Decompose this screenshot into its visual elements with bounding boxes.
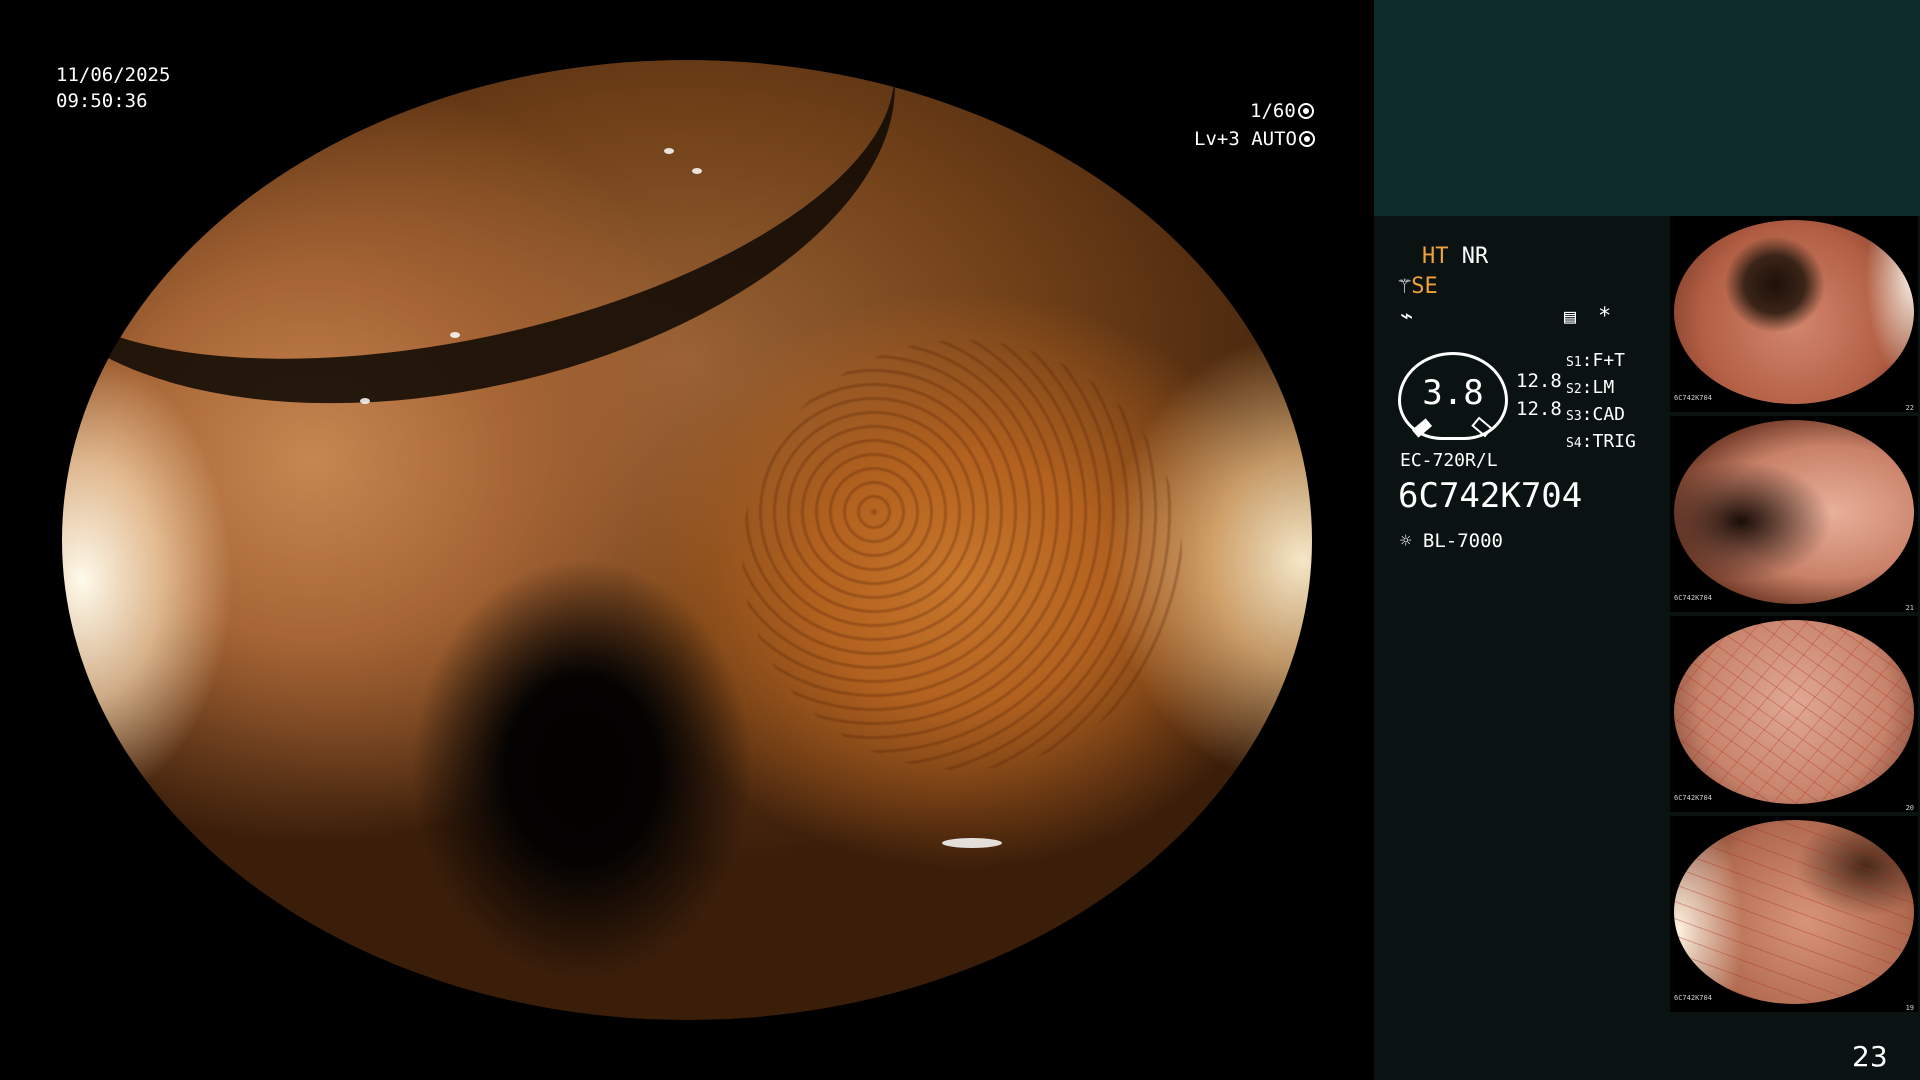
ht-mode: HT	[1422, 244, 1449, 269]
endoscopic-image	[62, 60, 1312, 1020]
gauge-readout-top: 12.8	[1516, 370, 1562, 392]
lightning-icon: ⌁	[1400, 304, 1414, 329]
switch-item: S2:LM	[1566, 377, 1615, 398]
exam-date: 11/06/2025	[56, 64, 171, 86]
switch-list: S1:F+T S2:LM S3:CAD S4:TRIG	[1566, 348, 1636, 456]
exposure-readout: Lv+3 AUTO	[1194, 126, 1315, 152]
thumbnail-index: 19	[1905, 1004, 1914, 1012]
thumbnail-image	[1674, 820, 1914, 1004]
light-glint	[664, 148, 674, 154]
page-number: 23	[1852, 1040, 1888, 1073]
mucosa-texture	[742, 340, 1182, 770]
switch-item: S3:CAD	[1566, 404, 1626, 425]
thumbnail-index: 20	[1905, 804, 1914, 812]
thumbnail-image	[1674, 420, 1914, 604]
thumbnail-label: 6C742K704	[1674, 794, 1712, 802]
thumbnail-4[interactable]: 6C742K704 19	[1670, 816, 1918, 1012]
gauge-needle-right	[1471, 416, 1493, 438]
light-source-model: BL-7000	[1422, 530, 1503, 552]
se-mode: SE	[1411, 274, 1438, 299]
shutter-value: 1/60	[1250, 100, 1296, 122]
switch-item: S4:TRIG	[1566, 431, 1636, 452]
zoom-gauge: 3.8	[1398, 352, 1508, 440]
scope-serial: 6C742K704	[1398, 476, 1583, 516]
gauge-readout-bottom: 12.8	[1516, 398, 1562, 420]
side-panel-header	[1374, 0, 1920, 216]
light-glint	[450, 332, 460, 338]
settings-panel-icon: ▤	[1564, 304, 1577, 328]
light-source-icon: ☼	[1400, 530, 1412, 552]
light-glint	[360, 398, 370, 404]
switch-item: S1:F+T	[1566, 350, 1626, 371]
scope-tip-icon: ⚚	[1398, 274, 1412, 299]
thumbnail-image	[1674, 220, 1914, 404]
thumbnail-index: 22	[1905, 404, 1914, 412]
light-reflection	[942, 838, 1002, 848]
mode-row-2: ⚚SE	[1398, 274, 1438, 299]
light-glint	[692, 168, 702, 174]
thumbnail-image	[1674, 620, 1914, 804]
asterisk-mark: *	[1598, 304, 1612, 329]
thumbnail-label: 6C742K704	[1674, 994, 1712, 1002]
thumbnail-3[interactable]: 6C742K704 20	[1670, 616, 1918, 812]
exposure-mode: AUTO	[1251, 128, 1297, 150]
gauge-needle-left	[1411, 418, 1433, 438]
shutter-icon	[1297, 103, 1314, 119]
zoom-value: 3.8	[1422, 373, 1484, 413]
endoscope-main-view: 11/06/2025 09:50:36 1/60 Lv+3 AUTO	[0, 0, 1374, 1080]
light-source-row: ☼ BL-7000	[1400, 530, 1503, 552]
mode-row-1: HT NR	[1422, 244, 1488, 269]
thumbnail-label: 6C742K704	[1674, 594, 1712, 602]
thumbnail-index: 21	[1905, 604, 1914, 612]
thumbnail-label: 6C742K704	[1674, 394, 1712, 402]
thumbnail-1[interactable]: 6C742K704 22	[1670, 216, 1918, 412]
exam-time: 09:50:36	[56, 90, 148, 112]
scope-model: EC-720R/L	[1400, 450, 1498, 471]
shutter-readout: 1/60	[1250, 98, 1314, 124]
thumbnail-2[interactable]: 6C742K704 21	[1670, 416, 1918, 612]
nr-mode: NR	[1461, 244, 1489, 269]
level-value: Lv+3	[1194, 128, 1240, 150]
auto-exposure-icon	[1298, 131, 1315, 147]
